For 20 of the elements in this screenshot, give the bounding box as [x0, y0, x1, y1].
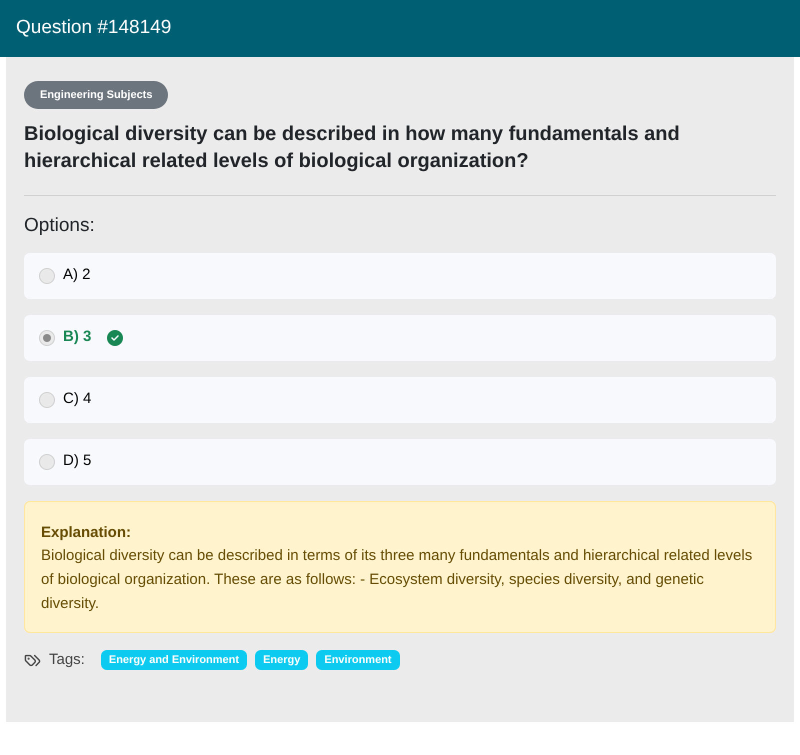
option-label: D) 5	[63, 451, 92, 472]
explanation-text: Biological diversity can be described in terms of its three many fundamentals and hierarchical related levels of biological organization. These are as follows: - Ecosystem diversity, species diversity, and genetic diversity.	[41, 546, 754, 614]
question-text: Biological diversity can be described in how many fundamentals and hierarchical related levels of biological organization?	[24, 122, 681, 174]
question-title: Question #148149	[16, 16, 172, 40]
option-label: C) 4	[63, 389, 92, 410]
radio-button[interactable]	[39, 268, 55, 284]
option-row[interactable]: A) 2	[24, 252, 776, 298]
option-row[interactable]: D) 5	[24, 438, 776, 484]
category-badge[interactable]: Engineering Subjects	[24, 81, 168, 109]
option-row[interactable]: C) 4	[24, 376, 776, 422]
options-label: Options:	[24, 214, 96, 238]
radio-button[interactable]	[39, 330, 55, 346]
tags-label: Tags:	[49, 650, 85, 670]
radio-button[interactable]	[39, 454, 55, 470]
option-row[interactable]: B) 3	[24, 314, 776, 360]
option-label: B) 3	[63, 327, 92, 348]
explanation-heading: Explanation:	[41, 522, 132, 542]
radio-button[interactable]	[39, 392, 55, 408]
option-label: A) 2	[63, 265, 91, 286]
check-icon	[107, 330, 124, 346]
